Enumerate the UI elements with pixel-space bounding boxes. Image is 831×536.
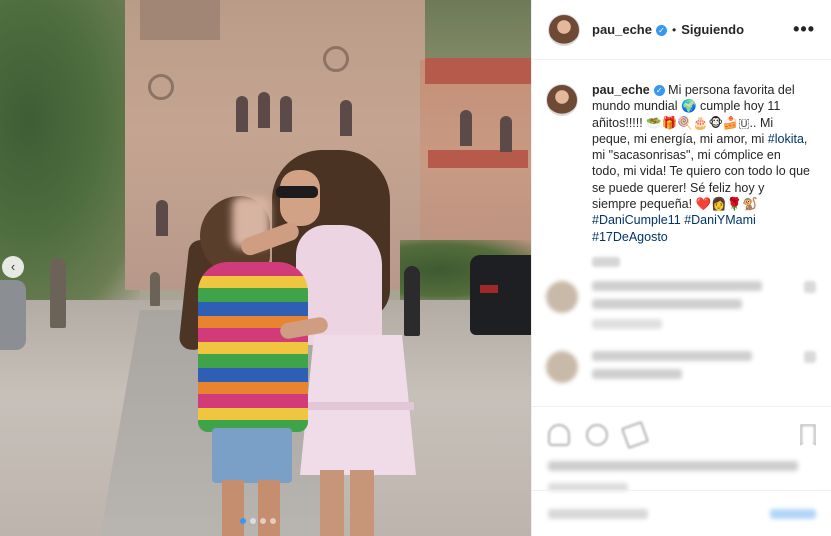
carousel-dot (260, 518, 266, 524)
girl-leg (222, 480, 244, 536)
girl-denim-shorts (212, 428, 292, 483)
post-side-panel: pau_eche ✓ • Siguiendo ••• pau_eche ✓ Mi p… (531, 0, 831, 536)
comment-meta (592, 318, 662, 329)
post-photo[interactable]: ‹ (0, 0, 531, 536)
header-username[interactable]: pau_eche ✓ (592, 22, 667, 37)
caption-avatar[interactable] (546, 84, 578, 116)
share-icon[interactable] (620, 420, 650, 450)
following-button[interactable]: Siguiendo (681, 22, 744, 37)
verified-badge-icon: ✓ (655, 25, 667, 36)
red-roof-lower (428, 150, 528, 168)
add-comment-input[interactable] (548, 508, 648, 519)
woman-face (280, 170, 320, 226)
carousel-dot (250, 518, 256, 524)
bystander (404, 266, 420, 336)
comment-line (592, 298, 742, 309)
hillside (0, 0, 140, 300)
comment-body-blurred (592, 280, 794, 337)
hashtag-link[interactable]: #DaniYMami (684, 213, 756, 227)
sunglasses (276, 186, 318, 198)
comment-like-icon[interactable] (804, 350, 816, 363)
dress-ruffle (302, 402, 414, 410)
comment-item (546, 350, 816, 387)
caption-username[interactable]: pau_eche (592, 83, 650, 97)
girl-rainbow-top (198, 262, 308, 432)
hashtag-link[interactable]: #DaniCumple11 (592, 213, 681, 227)
comment-bubble-icon[interactable] (586, 424, 608, 446)
commenter-avatar[interactable] (546, 350, 578, 383)
post-caption: pau_eche ✓ Mi persona favorita del mundo … (546, 82, 816, 245)
church-window (500, 116, 512, 152)
carousel-dots (240, 518, 276, 524)
header-separator: • (671, 22, 677, 37)
parked-car-left (0, 280, 26, 350)
church-window (258, 92, 270, 128)
rose-window (323, 46, 349, 72)
comment-like-icon[interactable] (804, 280, 816, 293)
bystander (150, 272, 160, 306)
woman-leg (350, 470, 374, 536)
username-text[interactable]: pau_eche (592, 22, 652, 37)
parked-car-right (470, 255, 531, 335)
caption-timestamp-blurred (592, 256, 620, 267)
more-options-icon[interactable]: ••• (793, 19, 815, 40)
likes-count-blurred[interactable] (548, 461, 798, 471)
church-window (156, 200, 168, 236)
church-window (460, 110, 472, 146)
add-comment-bar (532, 490, 831, 536)
heart-icon[interactable] (548, 424, 570, 446)
bystander (50, 258, 66, 328)
comment-item (546, 280, 816, 337)
instagram-post: ‹ pau_eche ✓ • Siguiendo ••• pau_eche ✓ Mi… (0, 0, 831, 536)
comment-body-blurred (592, 350, 794, 387)
bookmark-icon[interactable] (800, 424, 816, 446)
car-taillight (480, 285, 498, 293)
church-window (280, 96, 292, 132)
church-window (236, 96, 248, 132)
carousel-dot-active (240, 518, 246, 524)
action-icons (548, 415, 816, 455)
comments-area[interactable]: pau_eche ✓ Mi persona favorita del mundo … (532, 60, 831, 410)
previous-photo-button[interactable]: ‹ (2, 256, 24, 278)
hashtag-link[interactable]: #17DeAgosto (592, 230, 668, 244)
publish-button[interactable] (770, 508, 816, 519)
post-header: pau_eche ✓ • Siguiendo ••• (532, 0, 831, 60)
carousel-dot (270, 518, 276, 524)
hashtag-link[interactable]: #lokita (768, 132, 804, 146)
caption-text: pau_eche ✓ Mi persona favorita del mundo … (592, 82, 810, 245)
church-window (340, 100, 352, 136)
basilica-tower (140, 0, 220, 40)
girl-leg (258, 480, 280, 536)
verified-badge-icon: ✓ (653, 85, 665, 96)
woman-leg (320, 470, 344, 536)
red-roof (425, 58, 531, 84)
comment-line (592, 350, 752, 361)
avatar[interactable] (548, 13, 580, 46)
rose-window (148, 74, 174, 100)
comment-line (592, 280, 762, 291)
commenter-avatar[interactable] (546, 280, 578, 313)
comment-line (592, 368, 682, 379)
